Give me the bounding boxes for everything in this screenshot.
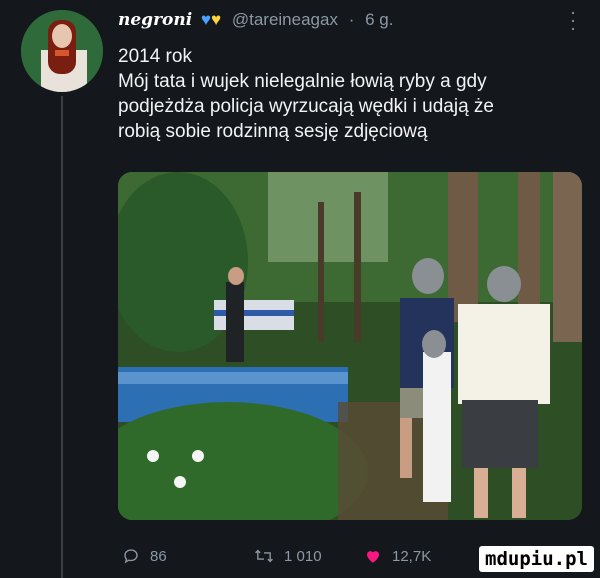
like-count: 12,7K <box>392 547 432 565</box>
retweet-icon <box>255 549 273 563</box>
more-options-icon[interactable]: · · · <box>570 3 576 37</box>
retweet-button[interactable]: 1 010 <box>254 547 322 565</box>
avatar-drawing <box>21 10 103 92</box>
reply-button[interactable]: 86 <box>122 547 167 565</box>
tweet-text: 2014 rok Mój tata i wujek nielegalnie ło… <box>118 44 588 144</box>
author-name[interactable]: negroni <box>118 10 192 30</box>
tweet-line: Mój tata i wujek nielegalnie łowią ryby … <box>118 71 487 92</box>
author-avatar[interactable] <box>21 10 103 92</box>
tweet-header: negroni ♥♥ @tareineagax · 6 g. <box>118 10 393 30</box>
like-button[interactable]: 12,7K <box>364 547 431 565</box>
yellow-heart-icon: ♥ <box>211 10 222 29</box>
heart-icon <box>367 551 379 563</box>
tweet-photo[interactable] <box>118 172 582 520</box>
retweet-count: 1 010 <box>284 547 322 565</box>
tweet-line: robią sobie rodzinną sesję zdjęciową <box>118 121 428 142</box>
author-handle[interactable]: @tareineagax <box>232 10 338 29</box>
tweet-time[interactable]: 6 g. <box>365 10 393 29</box>
forest-photo-drawing <box>118 172 582 520</box>
blue-heart-icon: ♥ <box>200 10 212 29</box>
dot-separator: · <box>348 10 355 29</box>
reply-icon <box>124 549 138 564</box>
tweet-line: podjeżdża policja wyrzucają wędki i udaj… <box>118 96 494 117</box>
tweet-line: 2014 rok <box>118 46 192 67</box>
thread-line <box>61 96 63 578</box>
watermark-logo: mdupiu.pl <box>479 546 594 572</box>
reply-count: 86 <box>150 547 167 565</box>
